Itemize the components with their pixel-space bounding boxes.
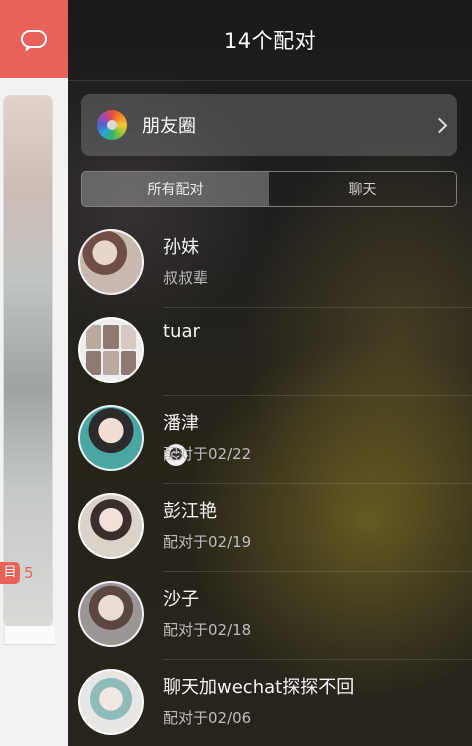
avatar [78, 669, 144, 735]
match-name: 孙妹 [163, 237, 199, 258]
avatar [78, 405, 144, 471]
match-name: 聊天加wechat探探不回 [163, 677, 355, 698]
match-row[interactable]: 聊天加wechat探探不回 配对于02/06 [68, 660, 472, 746]
avatar [78, 493, 144, 559]
match-list: 孙妹 叔叔辈 tuar ☻ 潘津 配对于02/22 彭江艳 配对于02/19 沙… [68, 220, 472, 746]
match-row[interactable]: 沙子 配对于02/18 [68, 572, 472, 660]
avatar [78, 317, 144, 383]
background-photo-card [4, 96, 52, 626]
match-subtitle: 配对于02/18 [163, 621, 252, 639]
avatar [78, 229, 144, 295]
match-row[interactable]: 潘津 配对于02/22 [68, 396, 472, 484]
match-name: 沙子 [163, 589, 199, 610]
background-app-pane: 目 5 [0, 0, 68, 746]
match-subtitle: 配对于02/19 [163, 533, 252, 551]
photo-count-icon: 目 [0, 562, 20, 584]
match-row[interactable]: 孙妹 叔叔辈 [68, 220, 472, 308]
color-wheel-icon [97, 110, 127, 140]
avatar-collage [86, 325, 136, 375]
card-stack-edge [4, 626, 55, 645]
matches-drawer: 14个配对 朋友圈 所有配对 聊天 孙妹 叔叔辈 tuar ☻ 潘津 配对于02… [68, 0, 472, 746]
match-row[interactable]: 彭江艳 配对于02/19 [68, 484, 472, 572]
chat-bubble-icon[interactable] [21, 30, 47, 48]
tab-all-matches[interactable]: 所有配对 [82, 172, 269, 206]
chevron-right-icon [431, 117, 448, 133]
match-name: tuar [163, 321, 200, 342]
match-row[interactable]: tuar ☻ [68, 308, 472, 466]
avatar [78, 581, 144, 647]
match-name: 彭江艳 [163, 501, 217, 522]
page-title: 14个配对 [68, 0, 472, 81]
match-filter-segmented-control: 所有配对 聊天 [81, 171, 457, 207]
match-name: 潘津 [163, 413, 199, 434]
match-subtitle: 配对于02/22 [163, 445, 252, 463]
match-subtitle: 配对于02/06 [163, 709, 252, 727]
tab-chat[interactable]: 聊天 [269, 172, 456, 206]
moments-button[interactable]: 朋友圈 [81, 94, 457, 156]
moments-label: 朋友圈 [142, 116, 196, 137]
match-subtitle: 叔叔辈 [163, 269, 209, 287]
photo-count: 5 [24, 564, 34, 582]
background-app-header [0, 0, 68, 78]
